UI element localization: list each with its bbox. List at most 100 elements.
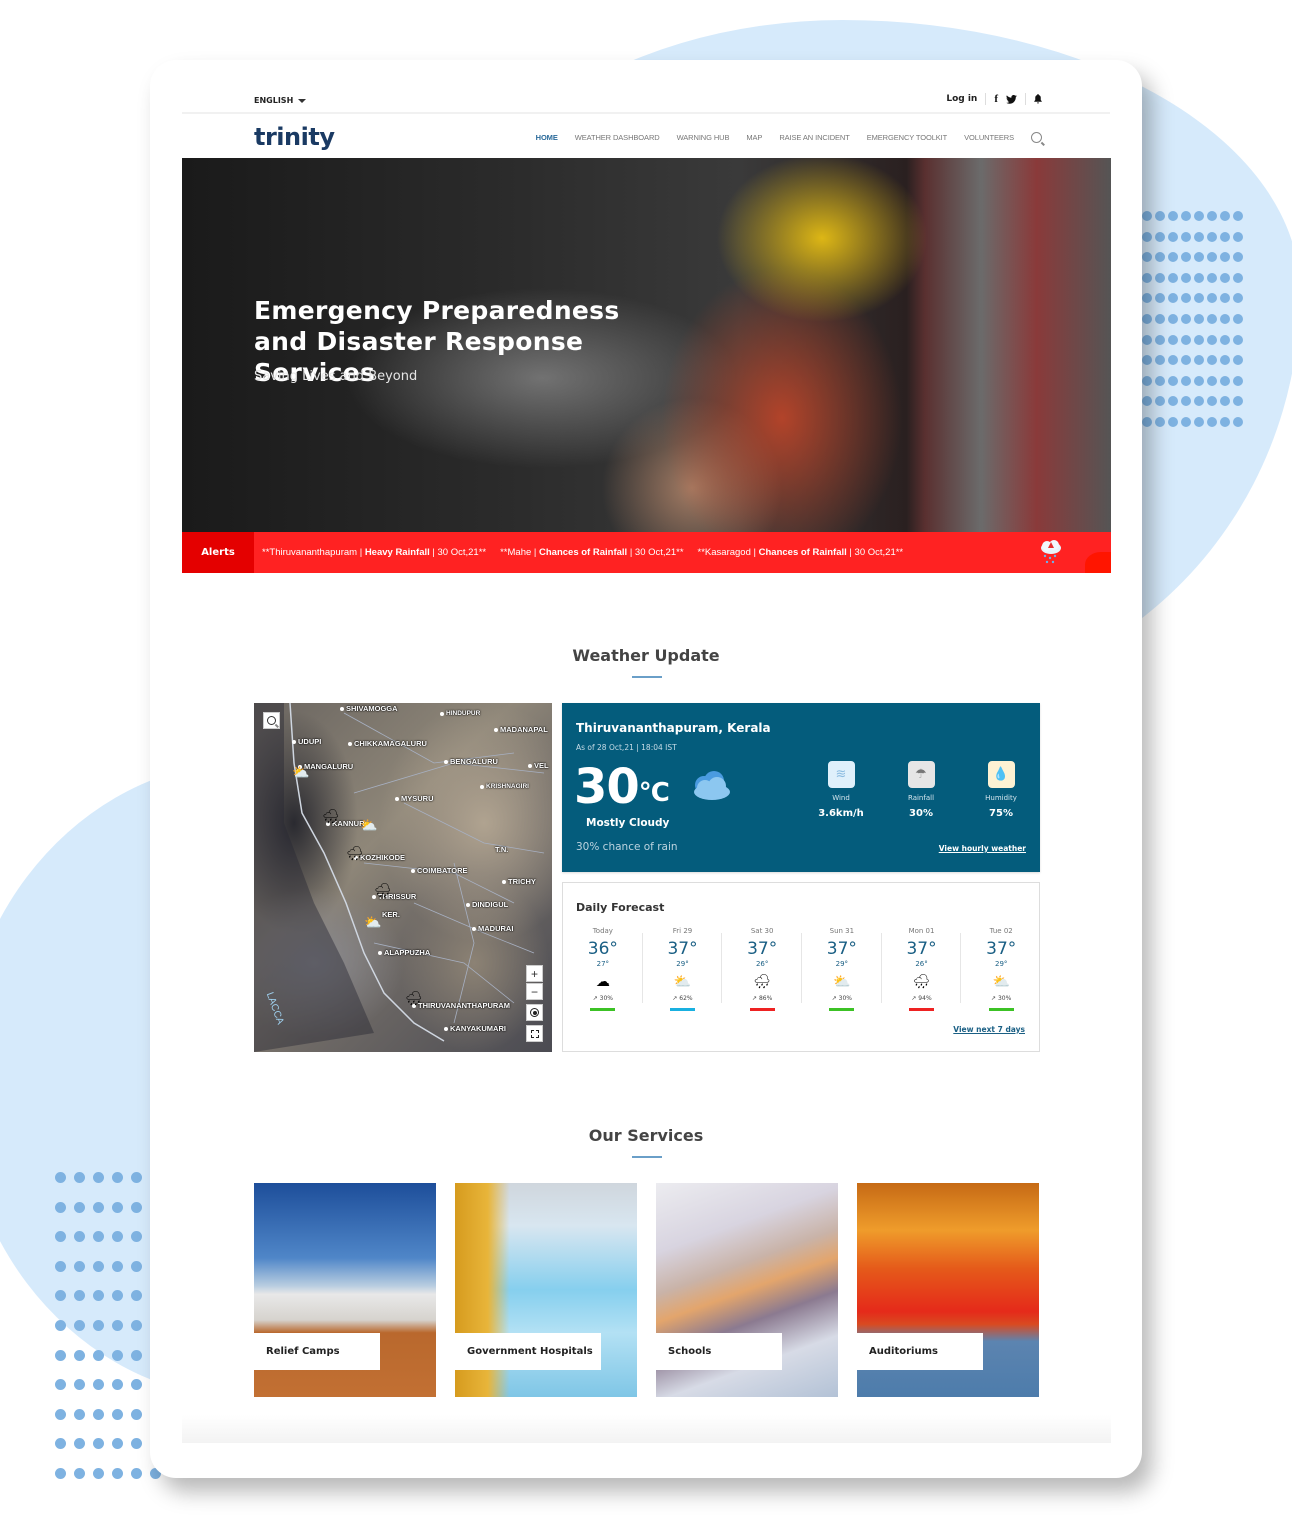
login-link[interactable]: Log in bbox=[946, 94, 977, 104]
service-label: Auditoriums bbox=[857, 1333, 983, 1370]
fullscreen-icon bbox=[530, 1029, 539, 1038]
dot bbox=[1220, 355, 1230, 366]
dot bbox=[1155, 313, 1165, 324]
map-city-label: DINDIGUL bbox=[466, 900, 508, 909]
dot bbox=[1168, 375, 1178, 386]
nav-item-home[interactable]: HOME bbox=[536, 133, 558, 142]
dot bbox=[1155, 375, 1165, 386]
dot bbox=[1207, 334, 1217, 345]
alert-item[interactable]: **Thiruvananthapuram | Heavy Rainfall | … bbox=[262, 547, 486, 558]
alert-item[interactable]: **Kasaragod | Chances of Rainfall | 30 O… bbox=[698, 547, 904, 558]
forecast-day[interactable]: Sun 31 37° 29° ⛅ ↗ 30% bbox=[802, 927, 882, 1011]
dot bbox=[112, 1467, 123, 1479]
forecast-day[interactable]: Fri 29 37° 29° ⛅ ↗ 62% bbox=[643, 927, 723, 1011]
dot bbox=[131, 1349, 142, 1361]
search-icon[interactable] bbox=[1031, 132, 1042, 143]
trinity-logo[interactable]: trinity bbox=[254, 123, 335, 151]
alert-location: **Kasaragod | bbox=[697, 547, 759, 558]
facebook-icon[interactable]: f bbox=[994, 93, 998, 105]
weather-condition: Mostly Cloudy bbox=[586, 817, 670, 829]
rain-level-bar bbox=[829, 1008, 855, 1011]
service-card-relief-camps[interactable]: Relief Camps bbox=[254, 1183, 436, 1397]
fullscreen-button[interactable] bbox=[526, 1025, 543, 1042]
dot bbox=[1233, 211, 1243, 221]
dot bbox=[74, 1201, 85, 1213]
dot bbox=[112, 1438, 123, 1450]
dot bbox=[131, 1319, 142, 1331]
alert-item[interactable]: **Mahe | Chances of Rainfall | 30 Oct,21… bbox=[500, 547, 683, 558]
day-high-temp: 37° bbox=[906, 939, 937, 959]
dot bbox=[131, 1438, 142, 1450]
nav-item-raise-an-incident[interactable]: RAISE AN INCIDENT bbox=[779, 133, 850, 142]
nav-item-weather-dashboard[interactable]: WEATHER DASHBOARD bbox=[575, 133, 660, 142]
forecast-day[interactable]: Mon 01 37° 26° 🌧 ↗ 94% bbox=[882, 927, 962, 1011]
top-right-actions: Log in f bbox=[946, 93, 1042, 105]
title-underline bbox=[632, 1156, 662, 1158]
nav-item-volunteers[interactable]: VOLUNTEERS bbox=[964, 133, 1014, 142]
dot bbox=[1233, 396, 1243, 407]
twitter-icon[interactable] bbox=[1006, 94, 1017, 104]
dot bbox=[112, 1231, 123, 1243]
dot bbox=[1207, 313, 1217, 324]
forecast-day[interactable]: Today 36° 27° ☁ ↗ 30% bbox=[563, 927, 643, 1011]
day-name: Sat 30 bbox=[750, 927, 774, 935]
service-label: Relief Camps bbox=[254, 1333, 380, 1370]
dot bbox=[1181, 375, 1191, 386]
dot bbox=[1168, 334, 1178, 345]
dot bbox=[93, 1438, 104, 1450]
partly-cloudy-icon: ⛅ bbox=[364, 915, 382, 931]
page-stage: ENGLISH Log in f trinity HOME WEATHER DA… bbox=[0, 0, 1292, 1531]
service-card-schools[interactable]: Schools bbox=[656, 1183, 838, 1397]
dot bbox=[1142, 252, 1152, 263]
decorative-corner bbox=[1085, 552, 1111, 573]
dot bbox=[55, 1319, 66, 1331]
map-search-button[interactable] bbox=[263, 712, 280, 729]
dot bbox=[55, 1438, 66, 1450]
weather-map[interactable]: SHIVAMOGGA HINDUPUR MADANAPAL UDUPI CHIK… bbox=[254, 703, 552, 1052]
dot bbox=[1142, 313, 1152, 324]
service-card-government-hospitals[interactable]: Government Hospitals bbox=[455, 1183, 637, 1397]
bell-icon[interactable] bbox=[1034, 94, 1042, 104]
dot bbox=[55, 1231, 66, 1243]
dot bbox=[55, 1408, 66, 1420]
map-city-label: VEL bbox=[528, 761, 549, 770]
view-hourly-weather-link[interactable]: View hourly weather bbox=[939, 844, 1026, 853]
day-rain-chance: ↗ 30% bbox=[592, 995, 613, 1002]
dot bbox=[1207, 211, 1217, 221]
zoom-in-button[interactable]: + bbox=[526, 965, 543, 982]
stat-label: Rainfall bbox=[907, 794, 935, 802]
stat-wind: ≋ Wind 3.6km/h bbox=[814, 761, 868, 819]
view-next-7-days-link[interactable]: View next 7 days bbox=[953, 1025, 1025, 1034]
dot bbox=[131, 1290, 142, 1302]
dot bbox=[1207, 231, 1217, 242]
rain-alert-icon[interactable] bbox=[1039, 539, 1063, 565]
dot bbox=[1233, 334, 1243, 345]
nav-item-warning-hub[interactable]: WARNING HUB bbox=[677, 133, 730, 142]
dot bbox=[112, 1319, 123, 1331]
service-card-auditoriums[interactable]: Auditoriums bbox=[857, 1183, 1039, 1397]
forecast-day[interactable]: Sat 30 37° 26° 🌧 ↗ 86% bbox=[722, 927, 802, 1011]
dot bbox=[1194, 396, 1204, 407]
language-selector[interactable]: ENGLISH bbox=[254, 96, 307, 105]
dot bbox=[1194, 272, 1204, 283]
nav-item-emergency-toolkit[interactable]: EMERGENCY TOOLKIT bbox=[867, 133, 948, 142]
dot bbox=[1142, 375, 1152, 386]
stat-value: 75% bbox=[989, 808, 1013, 819]
rain-cloud-icon: 🌧 bbox=[405, 991, 423, 1007]
map-region-label: KER. bbox=[382, 910, 400, 919]
locate-button[interactable] bbox=[526, 1004, 543, 1021]
zoom-out-button[interactable]: − bbox=[526, 983, 543, 1000]
rain-cloud-icon: 🌧 bbox=[374, 883, 392, 899]
dot bbox=[1168, 396, 1178, 407]
dot bbox=[1194, 334, 1204, 345]
dot bbox=[74, 1260, 85, 1272]
alert-type: Chances of Rainfall bbox=[758, 547, 847, 558]
dot bbox=[1207, 396, 1217, 407]
map-city-label: KRISHNAGIRI bbox=[480, 783, 529, 790]
dot bbox=[112, 1408, 123, 1420]
forecast-day[interactable]: Tue 02 37° 29° ⛅ ↗ 30% bbox=[961, 927, 1041, 1011]
stat-label: Humidity bbox=[985, 794, 1017, 802]
day-high-temp: 37° bbox=[986, 939, 1017, 959]
nav-item-map[interactable]: MAP bbox=[746, 133, 762, 142]
dot bbox=[1233, 272, 1243, 283]
